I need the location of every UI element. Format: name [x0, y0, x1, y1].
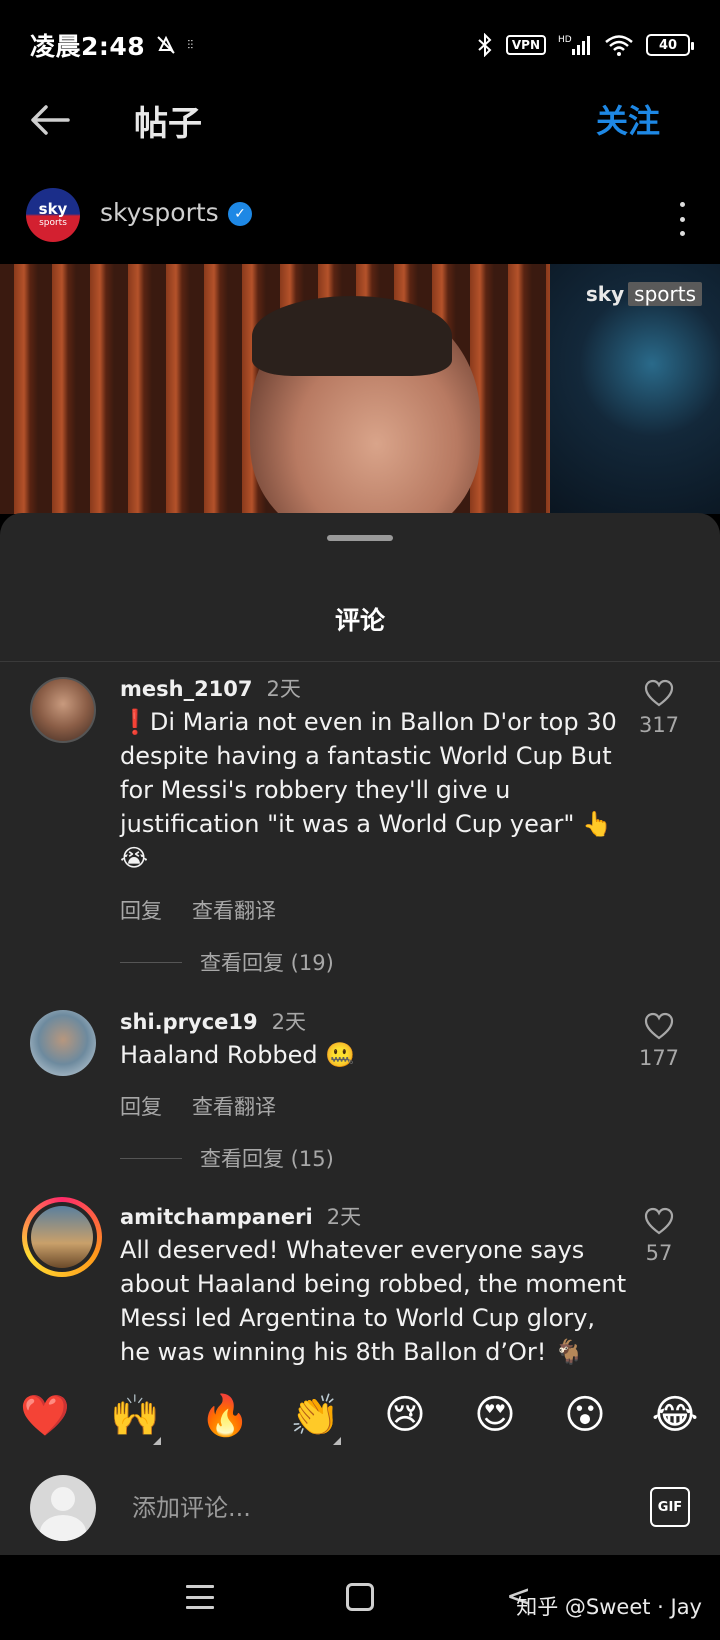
- comment-header: shi.pryce19 2天: [120, 1006, 306, 1036]
- bluetooth-icon: [476, 33, 494, 57]
- comment-username[interactable]: mesh_2107: [120, 677, 253, 701]
- page-title: 帖子: [134, 104, 202, 144]
- story-ring[interactable]: [22, 1197, 102, 1277]
- comment-time: 2天: [271, 1010, 306, 1034]
- heart-icon[interactable]: [644, 1207, 674, 1235]
- skin-tone-indicator: [153, 1436, 161, 1445]
- skin-tone-indicator: [333, 1436, 341, 1445]
- heart-icon[interactable]: [644, 1012, 674, 1040]
- emoji-clap[interactable]: 👏: [285, 1392, 345, 1445]
- quick-emoji-bar: ❤️ 🙌 🔥 👏 😢 😍 😮 😂: [0, 1380, 720, 1450]
- emoji-tears-of-joy[interactable]: 😂: [645, 1392, 705, 1438]
- reply-button[interactable]: 回复: [120, 1091, 162, 1121]
- comment-username[interactable]: amitchampaneri: [120, 1205, 313, 1229]
- comment-text: Haaland Robbed 🤐: [120, 1041, 356, 1069]
- post-image[interactable]: sky sports: [0, 264, 720, 514]
- emoji-heart-eyes[interactable]: 😍: [465, 1392, 525, 1438]
- comment-time: 2天: [326, 1205, 362, 1229]
- comment-time: 2天: [266, 677, 301, 701]
- emoji-crying[interactable]: 😢: [375, 1392, 435, 1438]
- follow-button[interactable]: 关注: [596, 96, 660, 142]
- avatar-logo-text: sky: [38, 200, 68, 218]
- player-hair: [252, 296, 452, 376]
- comment-input[interactable]: [132, 1488, 582, 1528]
- commenter-avatar[interactable]: [30, 1010, 96, 1076]
- view-replies-label: 查看回复 (19): [200, 951, 334, 975]
- comment-username[interactable]: shi.pryce19: [120, 1010, 258, 1034]
- comment-actions: 回复 查看翻译: [120, 1091, 276, 1121]
- replies-line: [120, 961, 182, 963]
- comments-title: 评论: [334, 606, 385, 635]
- comment-item: mesh_2107 2天 ❗Di Maria not even in Ballon…: [0, 665, 720, 985]
- watermark: 知乎 @Sweet · Jay: [516, 1595, 702, 1619]
- drag-handle[interactable]: [327, 535, 393, 541]
- comment-composer: GIF: [0, 1460, 720, 1555]
- broadcaster-logo: sky sports: [586, 282, 702, 306]
- comment-actions: 回复 查看翻译: [120, 895, 276, 925]
- home-button[interactable]: [346, 1583, 374, 1611]
- status-bar: 凌晨2:48 ⫶⫶ VPN HD 40: [0, 0, 720, 90]
- like-control: 177: [634, 1012, 684, 1070]
- logo-sports-text: sports: [628, 282, 702, 306]
- account-name[interactable]: skysports: [100, 198, 219, 227]
- translate-button[interactable]: 查看翻译: [192, 1091, 276, 1121]
- replies-line: [120, 1157, 182, 1159]
- emoji-fire[interactable]: 🔥: [195, 1392, 255, 1439]
- wifi-icon: [604, 33, 634, 57]
- signal-icon: HD: [558, 33, 592, 57]
- translate-button[interactable]: 查看翻译: [192, 895, 276, 925]
- back-button[interactable]: [28, 98, 76, 142]
- account-row: sky sports skysports ✓: [0, 180, 720, 260]
- view-replies-button[interactable]: 查看回复 (15): [120, 1143, 334, 1173]
- commenter-avatar[interactable]: [30, 677, 96, 743]
- verified-badge-icon: ✓: [228, 202, 252, 226]
- heart-icon[interactable]: [644, 679, 674, 707]
- vpn-icon: VPN: [505, 35, 546, 55]
- comment-header: mesh_2107 2天: [120, 673, 301, 703]
- account-avatar[interactable]: sky sports: [26, 188, 80, 242]
- commenter-avatar: [31, 1206, 93, 1268]
- reply-button[interactable]: 回复: [120, 895, 162, 925]
- gif-button[interactable]: GIF: [650, 1487, 690, 1527]
- nfc-icon: ⫶⫶: [187, 37, 194, 52]
- emoji-heart[interactable]: ❤️: [15, 1392, 75, 1439]
- avatar-logo-subtext: sports: [39, 218, 67, 228]
- comment-item: amitchampaneri 2天 All deserved! Whatever …: [0, 1193, 720, 1383]
- view-replies-label: 查看回复 (15): [200, 1147, 334, 1171]
- arrow-left-icon: [31, 105, 70, 135]
- comment-text: All deserved! Whatever everyone says abo…: [120, 1236, 627, 1366]
- header: 帖子 关注: [0, 80, 720, 160]
- recent-apps-button[interactable]: [186, 1585, 214, 1609]
- user-avatar: [30, 1475, 96, 1541]
- logo-sky-text: sky: [585, 282, 625, 306]
- like-count: 317: [638, 713, 680, 737]
- like-count: 177: [638, 1046, 680, 1070]
- like-control: 57: [634, 1207, 684, 1265]
- emoji-raised-hands[interactable]: 🙌: [105, 1392, 165, 1445]
- do-not-disturb-icon: [155, 34, 177, 56]
- comment-text: ❗Di Maria not even in Ballon D'or top 30…: [120, 708, 617, 872]
- more-options-icon[interactable]: [674, 202, 690, 236]
- system-nav-bar: < 知乎 @Sweet · Jay: [0, 1555, 720, 1640]
- comment-header: amitchampaneri 2天: [120, 1201, 361, 1231]
- comment-item: shi.pryce19 2天 Haaland Robbed 🤐 回复 查看翻译 查…: [0, 998, 720, 1171]
- like-control: 317: [634, 679, 684, 737]
- battery-icon: 40: [646, 34, 694, 56]
- svg-text:HD: HD: [558, 35, 572, 45]
- emoji-surprised[interactable]: 😮: [555, 1392, 615, 1438]
- like-count: 57: [645, 1241, 673, 1265]
- divider: [0, 661, 720, 662]
- view-replies-button[interactable]: 查看回复 (19): [120, 947, 334, 977]
- status-time: 凌晨2:48: [30, 32, 146, 61]
